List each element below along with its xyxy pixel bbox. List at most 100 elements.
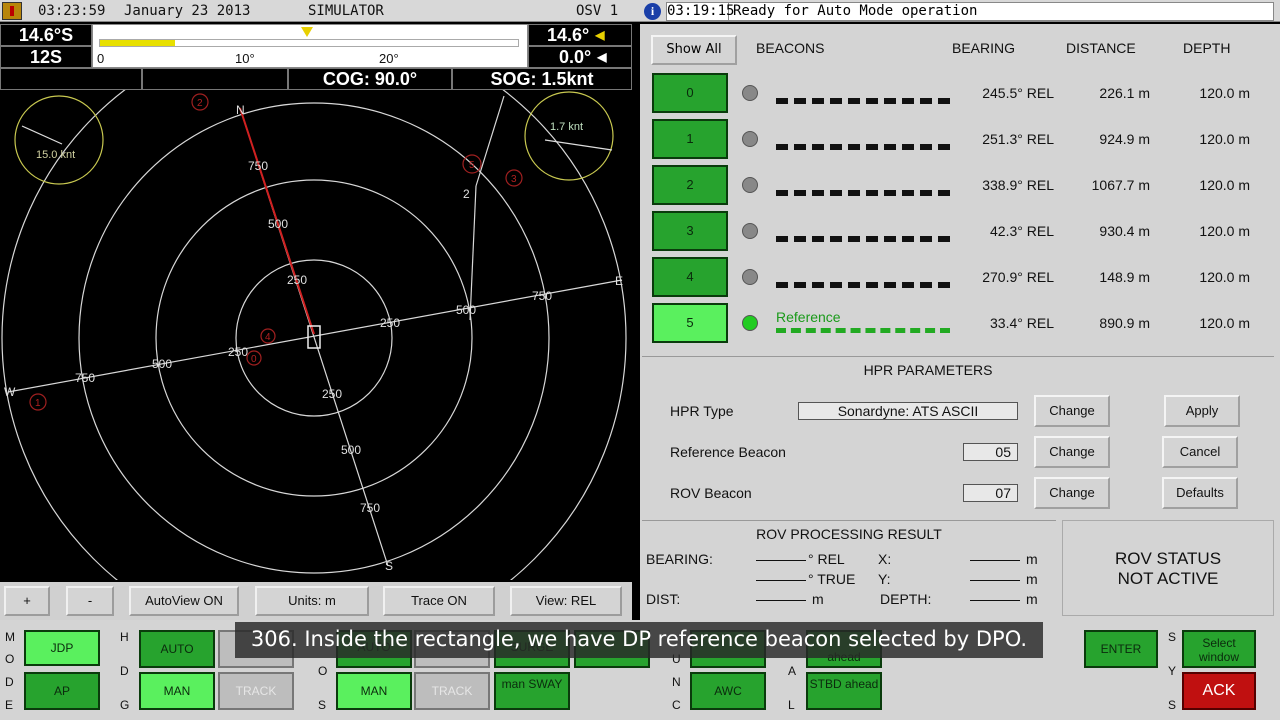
heading-value-text: 14.6° bbox=[547, 24, 590, 45]
rov-bearing-label: BEARING: bbox=[646, 551, 713, 567]
s-letter: S bbox=[1168, 698, 1177, 712]
heading-bar-fill bbox=[100, 40, 176, 46]
ring-label: 500 bbox=[456, 303, 476, 317]
beacon-bearing: 270.9° REL bbox=[982, 269, 1054, 285]
beacon-button-0[interactable]: 0 bbox=[652, 73, 728, 113]
ring-label: 500 bbox=[268, 217, 288, 231]
u-letter: C bbox=[672, 698, 681, 712]
man-sway-button[interactable]: man SWAY bbox=[494, 672, 570, 710]
offset-value-text: 0.0° bbox=[559, 46, 592, 67]
a-letter: A bbox=[788, 664, 797, 678]
rov-dist-label: DIST: bbox=[646, 591, 681, 607]
header-beacons: BEACONS bbox=[756, 40, 825, 56]
mode-letter: E bbox=[5, 698, 14, 712]
cancel-button[interactable]: Cancel bbox=[1162, 436, 1238, 468]
position-man-button[interactable]: MAN bbox=[336, 672, 412, 710]
radar-view[interactable]: N E S W 250 500 750 250 500 750 250 500 … bbox=[0, 25, 632, 651]
ring-label: 250 bbox=[322, 387, 342, 401]
current-label: 1.7 knt bbox=[550, 121, 583, 133]
stbd-ahead-button[interactable]: STBD ahead bbox=[806, 672, 882, 710]
change-hpr-type-button[interactable]: Change bbox=[1034, 395, 1110, 427]
rov-x-unit: m bbox=[1026, 551, 1038, 567]
mode-letter: M bbox=[5, 630, 15, 644]
rov-rel-label: ° REL bbox=[808, 551, 845, 567]
reference-beacon-field: 05 bbox=[963, 443, 1018, 461]
axis-line bbox=[7, 279, 623, 393]
defaults-button[interactable]: Defaults bbox=[1162, 477, 1238, 509]
blank-readout-2 bbox=[142, 68, 288, 90]
beacon-depth: 120.0 m bbox=[1199, 269, 1250, 285]
rov-title: ROV PROCESSING RESULT bbox=[756, 526, 942, 542]
compass-w: W bbox=[4, 385, 16, 399]
ring-label: 250 bbox=[228, 345, 248, 359]
beacon-tag: 4 bbox=[265, 332, 271, 343]
change-reference-beacon-button[interactable]: Change bbox=[1034, 436, 1110, 468]
heading-auto-button[interactable]: AUTO bbox=[139, 630, 215, 668]
apply-button[interactable]: Apply bbox=[1164, 395, 1240, 427]
autoview-button[interactable]: AutoView ON bbox=[129, 586, 239, 616]
position-track-button[interactable]: TRACK bbox=[414, 672, 490, 710]
current-circle bbox=[524, 91, 614, 181]
alarm-icon[interactable] bbox=[2, 2, 22, 20]
beacon-button-4[interactable]: 4 bbox=[652, 257, 728, 297]
rov-depth-value bbox=[970, 600, 1020, 601]
beacon-depth: 120.0 m bbox=[1199, 131, 1250, 147]
beacon-button-2[interactable]: 2 bbox=[652, 165, 728, 205]
current-arrow-icon bbox=[544, 139, 613, 151]
rov-y-unit: m bbox=[1026, 571, 1038, 587]
u-letter: N bbox=[672, 675, 681, 689]
heading-man-button[interactable]: MAN bbox=[139, 672, 215, 710]
offset-value: 0.0° ◀ bbox=[528, 46, 632, 68]
message-box: 03:19:15 Ready for Auto Mode operation bbox=[666, 2, 1274, 21]
info-icon[interactable]: i bbox=[644, 3, 661, 20]
top-status-bar: 03:23:59 January 23 2013 SIMULATOR OSV 1 bbox=[0, 0, 640, 22]
ring-label: 250 bbox=[380, 316, 400, 330]
awc-button[interactable]: AWC bbox=[690, 672, 766, 710]
sog-readout: SOG: 1.5knt bbox=[452, 68, 632, 90]
reference-beacon-label: Reference Beacon bbox=[670, 444, 786, 460]
radar-toolbar: + - AutoView ON Units: m Trace ON View: … bbox=[0, 582, 632, 620]
show-all-button[interactable]: Show All bbox=[651, 35, 737, 65]
rov-true-label: ° TRUE bbox=[808, 571, 856, 587]
beacon-status-icon bbox=[742, 315, 758, 331]
heading-track-button[interactable]: TRACK bbox=[218, 672, 294, 710]
zoom-in-button[interactable]: + bbox=[4, 586, 50, 616]
select-window-button[interactable]: Select window bbox=[1182, 630, 1256, 668]
beacon-button-5[interactable]: 5 bbox=[652, 303, 728, 343]
hpr-type-field: Sonardyne: ATS ASCII bbox=[798, 402, 1018, 420]
blank-readout bbox=[0, 68, 142, 90]
trace-button[interactable]: Trace ON bbox=[383, 586, 495, 616]
s-letter: S bbox=[1168, 630, 1177, 644]
rov-status-value: NOT ACTIVE bbox=[1117, 569, 1219, 588]
rov-beacon-label: ROV Beacon bbox=[670, 485, 752, 501]
vessel-label: OSV 1 bbox=[576, 3, 619, 19]
ack-button[interactable]: ACK bbox=[1182, 672, 1256, 710]
jdp-button[interactable]: JDP bbox=[24, 630, 100, 666]
beacon-depth: 120.0 m bbox=[1199, 177, 1250, 193]
beacon-button-1[interactable]: 1 bbox=[652, 119, 728, 159]
rov-bearing-rel-value bbox=[756, 560, 806, 561]
units-button[interactable]: Units: m bbox=[255, 586, 369, 616]
radar-plot[interactable]: N E S W 250 500 750 250 500 750 250 500 … bbox=[0, 25, 632, 651]
ring-label: 750 bbox=[532, 289, 552, 303]
rov-x-label: X: bbox=[878, 551, 892, 567]
beacon-status-icon bbox=[742, 131, 758, 147]
beacon-signal-bar bbox=[776, 328, 950, 334]
header-bearing: BEARING bbox=[952, 40, 1016, 56]
ap-button[interactable]: AP bbox=[24, 672, 100, 710]
change-rov-beacon-button[interactable]: Change bbox=[1034, 477, 1110, 509]
beacon-button-3[interactable]: 3 bbox=[652, 211, 728, 251]
compass-n: N bbox=[236, 103, 245, 117]
beacon-distance: 226.1 m bbox=[1099, 85, 1150, 101]
enter-button[interactable]: ENTER bbox=[1084, 630, 1158, 668]
heading-marker-icon bbox=[301, 27, 313, 37]
beacon-signal-bar bbox=[776, 144, 950, 150]
compass-e: E bbox=[615, 274, 623, 288]
zoom-out-button[interactable]: - bbox=[66, 586, 114, 616]
h-letter: D bbox=[120, 664, 129, 678]
beacon-tag: 5 bbox=[469, 160, 475, 171]
view-button[interactable]: View: REL bbox=[510, 586, 622, 616]
beacon-tag: 1 bbox=[35, 398, 41, 409]
h-letter: G bbox=[120, 698, 130, 712]
scale-tick: 10° bbox=[235, 51, 255, 66]
